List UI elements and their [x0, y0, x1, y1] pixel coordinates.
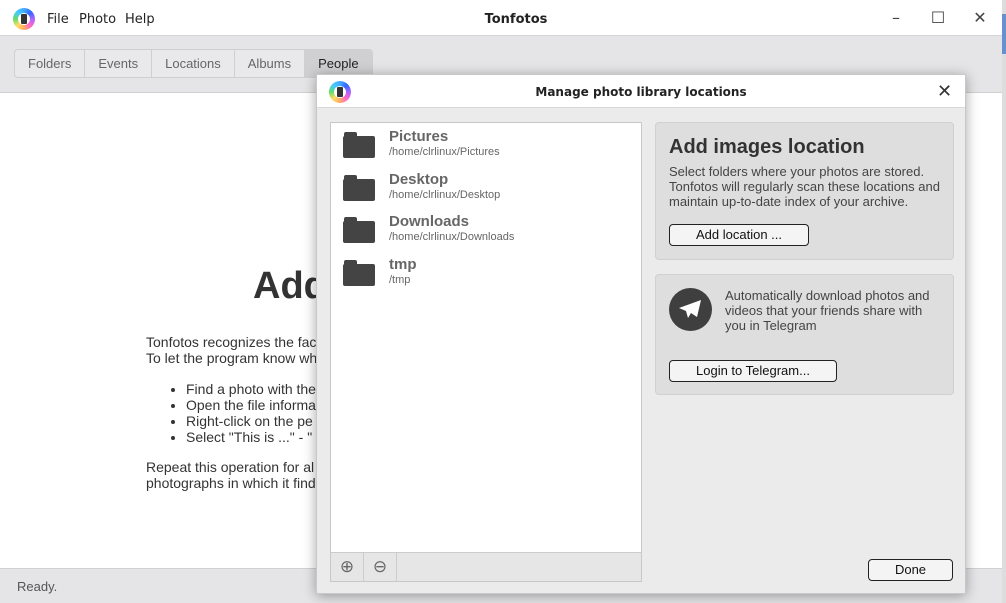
location-name: Downloads [389, 213, 470, 230]
card-text: Select folders where your photos are sto… [669, 164, 940, 209]
window-title: Tonfotos [484, 12, 548, 27]
manage-locations-dialog: Manage photo library locations ✕ Picture… [316, 74, 966, 594]
dialog-title: Manage photo library locations [535, 85, 747, 99]
close-button[interactable]: ✕ [970, 8, 990, 27]
location-path: /tmp [389, 274, 411, 286]
location-name: Pictures [389, 128, 449, 145]
remove-location-icon[interactable]: ⊖ [364, 553, 397, 582]
tab-locations[interactable]: Locations [152, 50, 235, 77]
telegram-text: Automatically download photos and videos… [725, 288, 930, 333]
location-path: /home/clrlinux/Pictures [389, 146, 500, 158]
login-telegram-button[interactable]: Login to Telegram... [669, 360, 837, 382]
intro-line-2: To let the program know wh [146, 350, 318, 366]
add-location-card: Add images location Select folders where… [655, 122, 954, 260]
folder-icon [343, 217, 375, 243]
title-bar: File Photo Help Tonfotos – ☐ ✕ [0, 0, 1006, 36]
dialog-close-icon[interactable]: ✕ [937, 81, 952, 102]
tab-people[interactable]: People [305, 50, 372, 77]
telegram-icon [669, 288, 712, 331]
location-name: Desktop [389, 171, 449, 188]
tab-albums[interactable]: Albums [235, 50, 306, 77]
location-path: /home/clrlinux/Downloads [389, 231, 515, 243]
minimize-button[interactable]: – [886, 8, 906, 27]
add-location-icon[interactable]: ⊕ [331, 553, 364, 582]
location-path: /home/clrlinux/Desktop [389, 189, 501, 201]
list-toolbar: ⊕ ⊖ [331, 552, 641, 582]
folder-icon [343, 260, 375, 286]
add-location-button[interactable]: Add location ... [669, 224, 809, 246]
intro-line-1: Tonfotos recognizes the fac [146, 334, 317, 350]
window-edge [1002, 0, 1006, 603]
step: Right-click on the pe [186, 413, 316, 429]
telegram-card: Automatically download photos and videos… [655, 274, 954, 395]
tab-folders[interactable]: Folders [15, 50, 86, 77]
folder-icon [343, 132, 375, 158]
status-text: Ready. [17, 579, 58, 594]
step: Find a photo with the [186, 381, 316, 397]
dialog-title-bar: Manage photo library locations ✕ [317, 75, 965, 108]
steps-list: Find a photo with the Open the file info… [186, 381, 316, 445]
outro-line-1: Repeat this operation for al [146, 459, 315, 475]
outro-line-2: photographs in which it find [146, 475, 316, 491]
step: Select "This is ..." - " [186, 429, 316, 445]
card-title: Add images location [669, 136, 865, 158]
location-name: tmp [389, 256, 417, 273]
done-button[interactable]: Done [868, 559, 953, 581]
folder-icon [343, 175, 375, 201]
tab-events[interactable]: Events [85, 50, 153, 77]
locations-list[interactable]: Pictures/home/clrlinux/Pictures Desktop /… [330, 122, 642, 582]
maximize-button[interactable]: ☐ [928, 8, 948, 27]
step: Open the file informa [186, 397, 316, 413]
